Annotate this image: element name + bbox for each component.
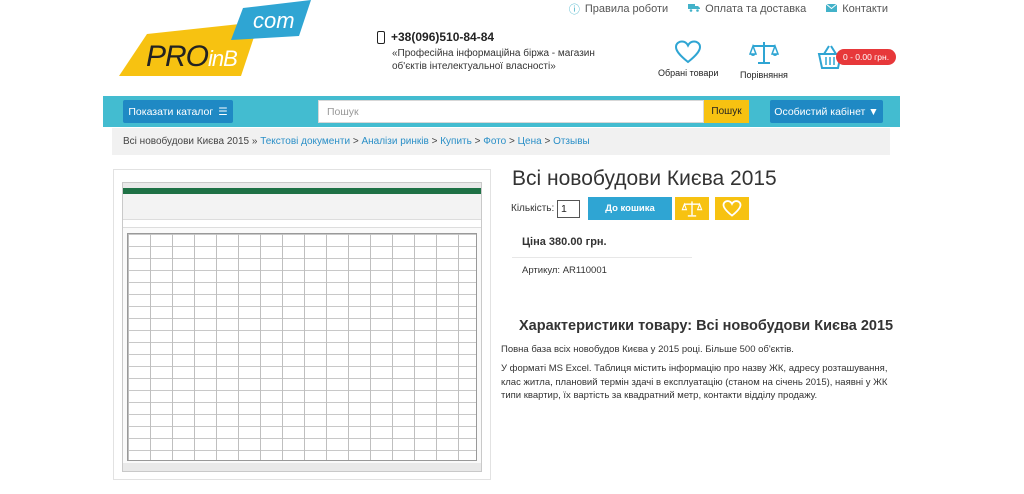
- site-description: «Професійна інформаційна біржа - магазин…: [392, 48, 595, 72]
- quantity-input[interactable]: 1: [557, 200, 580, 218]
- mobile-phone-icon: [377, 30, 385, 44]
- nav-bar: Показати каталог ☰ Пошук Пошук Особистий…: [103, 96, 900, 127]
- scales-icon: [681, 200, 703, 217]
- heart-icon: [722, 200, 742, 217]
- breadcrumb-link[interactable]: Купить: [440, 136, 472, 147]
- catalog-label: Показати каталог: [128, 105, 214, 118]
- envelope-icon: [825, 3, 838, 15]
- add-to-compare-button[interactable]: [675, 197, 709, 220]
- top-link-rules[interactable]: ⓘ Правила роботи: [569, 1, 668, 17]
- top-link-contacts[interactable]: Контакти: [825, 1, 888, 17]
- contact-block: +38(096)510-84-84 «Професійна інформацій…: [377, 30, 607, 73]
- breadcrumb-link[interactable]: Цена: [518, 136, 542, 147]
- top-link-delivery[interactable]: Оплата та доставка: [688, 1, 806, 17]
- search-input[interactable]: Пошук: [318, 100, 704, 123]
- compare-label: Порівняння: [740, 70, 788, 80]
- truck-icon: [688, 3, 701, 15]
- characteristics-paragraph: У форматі MS Excel. Таблиця містить інфо…: [501, 363, 888, 401]
- search-button[interactable]: Пошук: [704, 100, 749, 123]
- characteristics-paragraph: Повна база всіх новобудов Києва у 2015 р…: [501, 344, 794, 355]
- personal-cabinet-button[interactable]: Особистий кабінет ▼: [770, 100, 883, 123]
- top-link-label: Оплата та доставка: [705, 3, 807, 15]
- product-title: Всі новобудови Києва 2015: [512, 167, 777, 190]
- add-to-favorites-button[interactable]: [715, 197, 749, 220]
- top-links: ⓘ Правила роботи Оплата та доставка Конт…: [569, 1, 888, 17]
- cart-badge[interactable]: 0 - 0.00 грн.: [836, 49, 897, 65]
- add-to-cart-button[interactable]: До кошика: [588, 197, 672, 220]
- breadcrumb: Всі новобудови Києва 2015 » Текстові док…: [112, 128, 890, 155]
- logo-com-text: com: [253, 8, 295, 33]
- compare-link[interactable]: Порівняння: [740, 40, 788, 80]
- quantity-label: Кількість:: [511, 203, 555, 214]
- breadcrumb-link[interactable]: Фото: [483, 136, 506, 147]
- heart-icon: [675, 40, 702, 64]
- show-catalog-button[interactable]: Показати каталог ☰: [123, 100, 233, 123]
- top-link-label: Правила роботи: [584, 3, 669, 15]
- logo-text: PROinB: [146, 40, 238, 73]
- breadcrumb-current: Всі новобудови Києва 2015: [123, 136, 250, 147]
- favorites-label: Обрані товари: [658, 68, 719, 78]
- breadcrumb-link[interactable]: Текстові документи: [260, 136, 350, 147]
- product-price: Ціна 380.00 грн.: [522, 236, 607, 248]
- breadcrumb-link[interactable]: Отзывы: [553, 136, 590, 147]
- favorites-link[interactable]: Обрані товари: [658, 40, 718, 78]
- characteristics-title: Характеристики товару: Всі новобудови Ки…: [519, 318, 894, 334]
- site-logo[interactable]: PROinB com: [119, 0, 311, 78]
- spreadsheet-screenshot: [122, 182, 482, 472]
- scales-icon: [748, 42, 779, 64]
- top-link-label: Контакти: [842, 3, 888, 15]
- divider: [512, 257, 692, 258]
- hamburger-icon: ☰: [218, 105, 228, 118]
- product-image[interactable]: [113, 169, 491, 480]
- phone-number: +38(096)510-84-84: [391, 30, 495, 44]
- info-circle-icon: ⓘ: [568, 4, 580, 16]
- phone[interactable]: +38(096)510-84-84: [377, 30, 607, 44]
- breadcrumb-link[interactable]: Аналізи ринків: [361, 136, 428, 147]
- product-article: Артикул: AR110001: [522, 265, 607, 276]
